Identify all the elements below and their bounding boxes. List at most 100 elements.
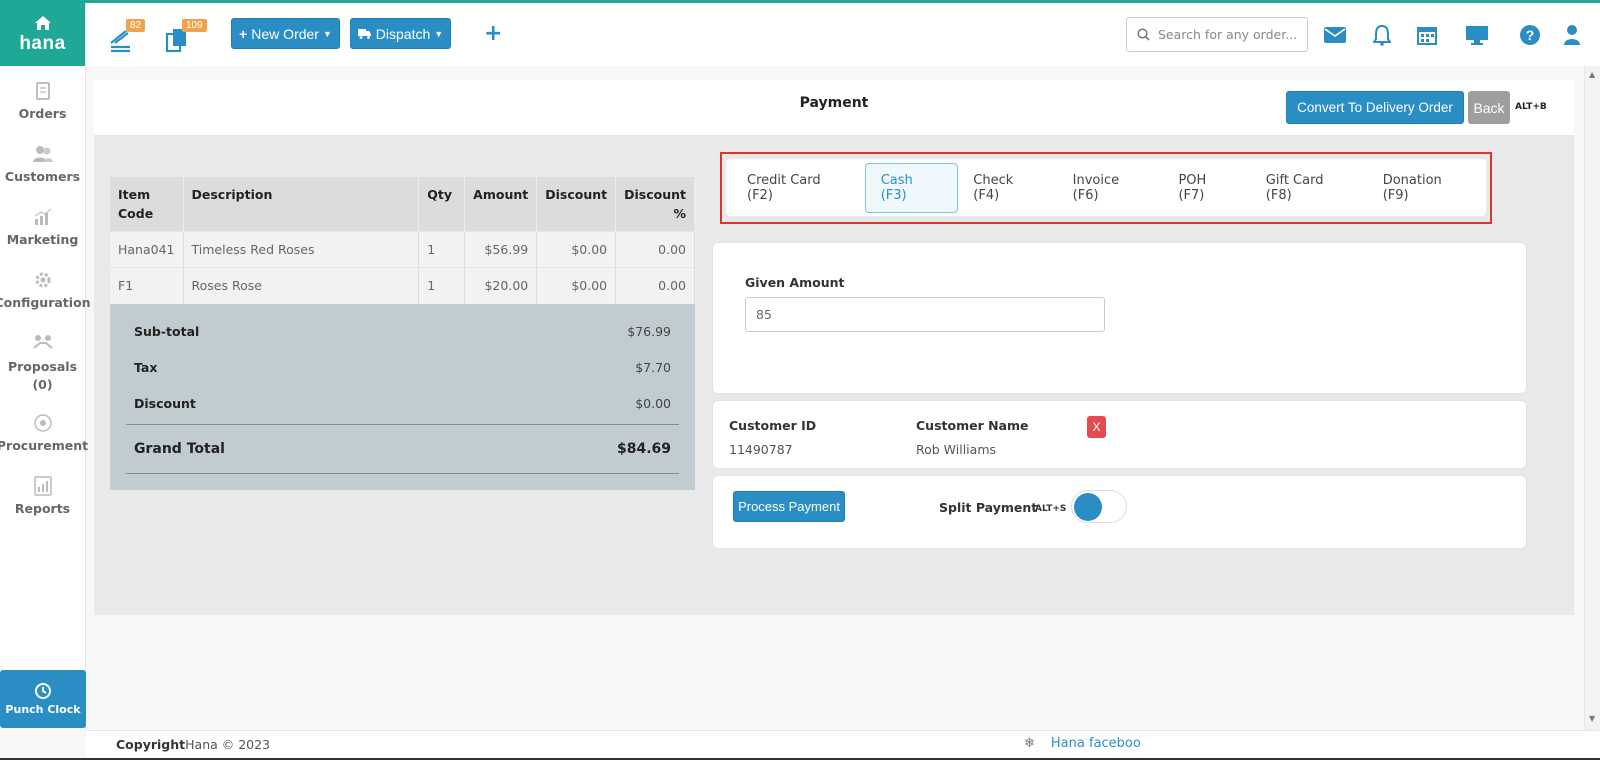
subtotal-value: $76.99 [627, 324, 671, 339]
sidebar-item-orders[interactable]: Orders [0, 66, 85, 129]
back-button[interactable]: Back [1468, 91, 1510, 124]
grand-total-row: Grand Total $84.69 [126, 423, 679, 474]
calendar-icon[interactable] [1415, 23, 1439, 47]
sidebar-item-label: Orders [18, 106, 67, 121]
col-item-code: Item Code [110, 177, 184, 232]
process-payment-button[interactable]: Process Payment [733, 491, 845, 522]
sidebar-item-configuration[interactable]: Configuration [0, 255, 91, 318]
sidebar-item-customers[interactable]: Customers [0, 129, 85, 192]
sidebar: hana Orders Customers Marketing Configur… [0, 3, 91, 730]
procurement-icon [32, 412, 54, 434]
dispatch-label: Dispatch [375, 25, 431, 42]
item-code: Hana041 [110, 231, 184, 268]
totals-panel: Sub-total $76.99 Tax $7.70 Discount $0.0… [110, 303, 695, 490]
payment-actions-panel: Process Payment Split Payment ALT+S [712, 475, 1527, 549]
copyright-text: Hana © 2023 [185, 737, 271, 752]
add-tab-icon[interactable]: + [484, 21, 502, 46]
punch-clock-label: Punch Clock [5, 703, 81, 716]
plus-icon: + [239, 25, 248, 42]
deliveries-button[interactable]: 109 [164, 17, 207, 57]
grand-total-value: $84.69 [616, 440, 671, 457]
scroll-up-icon[interactable]: ▲ [1589, 70, 1595, 79]
payment-page: Payment Convert To Delivery Order Back A… [94, 80, 1574, 615]
facebook-link-wrap: ❄ Hana faceboo [1024, 736, 1141, 751]
caret-down-icon: ▼ [322, 28, 332, 39]
orders-stack-button[interactable]: 82 [108, 17, 148, 57]
copyright-label: Copyright [116, 737, 186, 752]
split-payment-label: Split Payment [939, 500, 1038, 515]
tab-donation[interactable]: Donation (F9) [1368, 163, 1486, 213]
new-order-label: New Order [251, 25, 319, 42]
search-icon [1137, 28, 1150, 41]
sidebar-item-label: Procurement [0, 438, 89, 453]
sidebar-item-procurement[interactable]: Procurement [0, 398, 89, 461]
items-table: Item Code Description Qty Amount Discoun… [110, 177, 695, 304]
mail-icon[interactable] [1323, 23, 1347, 47]
punch-clock-button[interactable]: Punch Clock [0, 670, 86, 728]
tab-check[interactable]: Check (F4) [958, 163, 1057, 213]
remove-customer-button[interactable]: X [1087, 416, 1106, 438]
caret-down-icon: ▼ [434, 28, 444, 39]
col-discount-pct: Discount % [615, 177, 695, 232]
sidebar-item-label: Configuration [0, 295, 91, 310]
customer-id-label: Customer ID [729, 418, 817, 433]
subtotal-row: Sub-total $76.99 [126, 314, 679, 350]
search-placeholder: Search for any order... [1158, 27, 1298, 42]
tab-cash[interactable]: Cash (F3) [864, 162, 959, 213]
back-shortcut: ALT+B [1515, 102, 1547, 112]
marketing-icon [32, 206, 54, 228]
given-amount-label: Given Amount [745, 275, 845, 290]
footer: CopyrightHana © 2023 ❄ Hana faceboo [86, 730, 1600, 758]
brand-name: hana [19, 32, 66, 54]
svg-text:?: ? [1526, 27, 1535, 43]
brand-logo[interactable]: hana [0, 3, 85, 66]
sidebar-item-marketing[interactable]: Marketing [0, 192, 85, 255]
col-discount: Discount [536, 177, 617, 232]
user-icon[interactable] [1560, 23, 1584, 47]
given-amount-field[interactable] [745, 297, 1105, 332]
customer-panel: Customer ID 11490787 Customer Name Rob W… [712, 400, 1527, 469]
discount-value: $0.00 [635, 396, 671, 411]
bell-icon[interactable] [1370, 23, 1394, 47]
customers-icon [32, 143, 54, 165]
item-discount: $0.00 [536, 231, 617, 268]
help-icon[interactable]: ? [1518, 23, 1542, 47]
customer-id-value: 11490787 [729, 442, 793, 457]
split-payment-toggle[interactable] [1071, 490, 1127, 523]
table-header-row: Item Code Description Qty Amount Discoun… [110, 177, 695, 232]
tab-invoice[interactable]: Invoice (F6) [1058, 163, 1164, 213]
page-scrollbar[interactable]: ▲ ▼ [1584, 66, 1600, 730]
tab-poh[interactable]: POH (F7) [1163, 163, 1250, 213]
sidebar-item-reports[interactable]: Reports [0, 461, 85, 524]
orders-icon [32, 80, 54, 102]
tax-label: Tax [134, 360, 158, 375]
table-row[interactable]: F1 Roses Rose 1 $20.00 $0.00 0.00 [110, 267, 695, 304]
dispatch-button[interactable]: Dispatch ▼ [350, 18, 451, 49]
order-items: Item Code Description Qty Amount Discoun… [110, 177, 695, 490]
split-payment-shortcut: ALT+S [1035, 504, 1067, 514]
snowflake-icon: ❄ [1024, 736, 1035, 751]
monitor-icon[interactable] [1464, 23, 1490, 47]
deliveries-count-badge: 109 [182, 19, 207, 32]
item-description: Roses Rose [183, 267, 420, 304]
tab-credit-card[interactable]: Credit Card (F2) [732, 163, 865, 213]
scroll-down-icon[interactable]: ▼ [1589, 714, 1595, 723]
customer-name-value: Rob Williams [916, 442, 997, 457]
item-qty: 1 [418, 267, 466, 304]
payment-method-tabs: Credit Card (F2) Cash (F3) Check (F4) In… [726, 159, 1486, 216]
sidebar-item-label: Customers [4, 169, 81, 184]
orders-count-badge: 82 [126, 19, 146, 32]
sidebar-item-label: Reports [14, 501, 71, 516]
col-description: Description [183, 177, 420, 232]
new-order-button[interactable]: + New Order ▼ [231, 18, 340, 49]
sidebar-item-proposals[interactable]: Proposals (0) [0, 318, 85, 398]
item-qty: 1 [418, 231, 466, 268]
table-row[interactable]: Hana041 Timeless Red Roses 1 $56.99 $0.0… [110, 231, 695, 268]
tab-gift-card[interactable]: Gift Card (F8) [1251, 163, 1368, 213]
facebook-link[interactable]: Hana faceboo [1051, 736, 1141, 751]
search-input[interactable]: Search for any order... [1126, 17, 1308, 52]
tax-row: Tax $7.70 [126, 350, 679, 386]
title-bar: Payment Convert To Delivery Order Back A… [94, 80, 1574, 135]
item-amount: $56.99 [464, 231, 538, 268]
convert-to-delivery-order-button[interactable]: Convert To Delivery Order [1286, 91, 1464, 124]
